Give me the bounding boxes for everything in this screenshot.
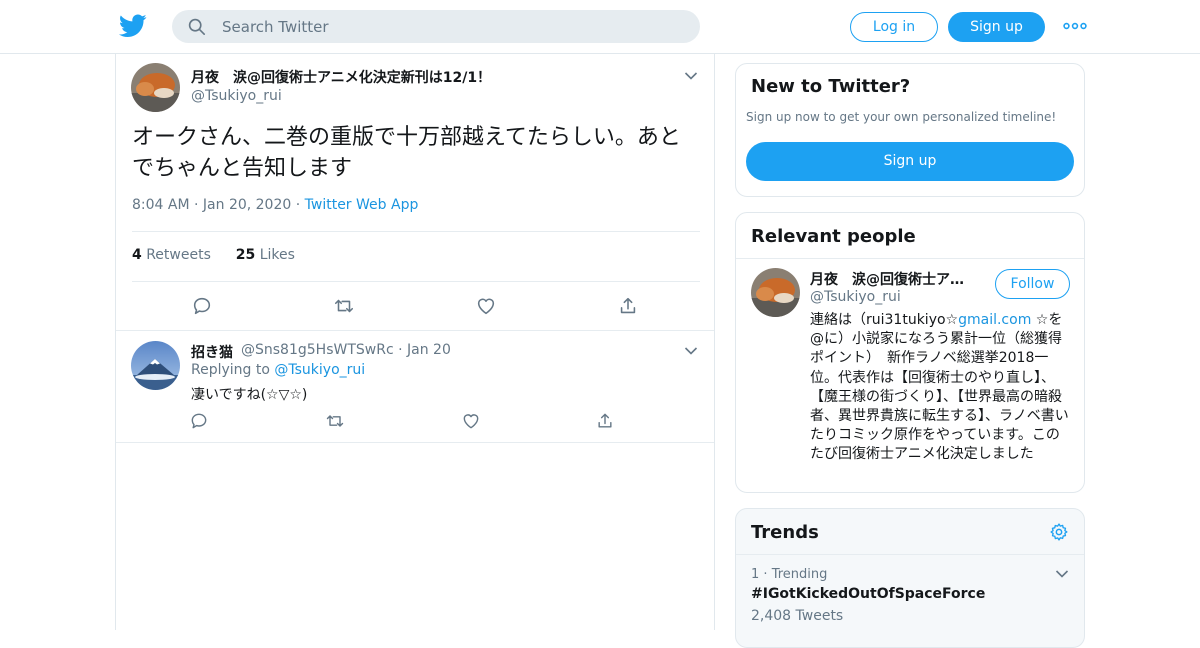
divider (116, 442, 714, 443)
chevron-down-icon[interactable] (684, 346, 698, 356)
reply-author-avatar[interactable] (131, 341, 180, 390)
reply-handle[interactable]: @Sns81g5HsWTSwRc (241, 342, 394, 358)
new-to-twitter-subtitle: Sign up now to get your own personalized… (746, 110, 1057, 124)
bio-link[interactable]: gmail.com (958, 312, 1031, 328)
signup-button[interactable]: Sign up (948, 12, 1045, 42)
reply-date[interactable]: Jan 20 (407, 342, 451, 358)
divider (132, 281, 700, 282)
chevron-down-icon[interactable] (684, 71, 698, 81)
fox-photo-icon (131, 63, 180, 112)
tweet-author-avatar[interactable] (131, 63, 180, 112)
new-to-twitter-card: New to Twitter? Sign up now to get your … (735, 63, 1085, 197)
bio-text: ☆を@に）小説家になろう累計一位（総獲得ポイント） 新作ラノベ総選挙2018一位… (810, 312, 1069, 463)
replying-to: Replying to @Tsukiyo_rui (191, 362, 365, 378)
divider (132, 231, 700, 232)
trends-card: Trends 1 · Trending #IGotKickedOutOfSpac… (735, 508, 1085, 648)
person-handle[interactable]: @Tsukiyo_rui (810, 289, 901, 305)
retweet-label: Retweets (146, 247, 211, 263)
tweet-author-name[interactable]: 月夜 涙@回復術士アニメ化決定新刊は12/1！ (191, 67, 491, 87)
trend-context-label: Trending (771, 567, 828, 582)
reply-author-name[interactable]: 招き猫 (191, 342, 233, 362)
replying-to-mention[interactable]: @Tsukiyo_rui (274, 362, 365, 378)
divider (116, 330, 714, 331)
reply-icon[interactable] (189, 411, 209, 431)
mountain-photo-icon (131, 341, 180, 390)
more-options-icon[interactable] (1063, 18, 1087, 34)
divider (736, 554, 1084, 555)
relevant-people-card: Relevant people 月夜 涙@回復術士ア… @Tsukiyo_rui… (735, 212, 1085, 493)
like-icon[interactable] (475, 295, 497, 317)
main-column: 月夜 涙@回復術士アニメ化決定新刊は12/1！ @Tsukiyo_rui オーク… (115, 54, 715, 630)
meta-separator: · (295, 197, 305, 213)
trend-rank: 1 (751, 567, 760, 582)
trend-name[interactable]: #IGotKickedOutOfSpaceForce (751, 586, 985, 602)
trend-context: 1 · Trending (751, 567, 827, 582)
gear-icon[interactable] (1049, 522, 1069, 542)
retweet-stat[interactable]: 4 Retweets (132, 247, 211, 263)
retweet-icon[interactable] (325, 411, 345, 431)
replying-prefix: Replying to (191, 362, 270, 378)
tweet-author-handle[interactable]: @Tsukiyo_rui (191, 88, 282, 104)
likes-label: Likes (259, 247, 295, 263)
tweet-stats: 4 Retweets 25 Likes (132, 247, 295, 263)
login-button[interactable]: Log in (850, 12, 938, 42)
top-bar: Search Twitter Log in Sign up (0, 0, 1200, 54)
meta-separator: · (398, 342, 407, 358)
likes-stat[interactable]: 25 Likes (236, 247, 295, 263)
twitter-bird-icon[interactable] (119, 13, 147, 39)
reply-author-handle: @Sns81g5HsWTSwRc · Jan 20 (241, 342, 451, 358)
search-icon (188, 18, 206, 36)
new-to-twitter-title: New to Twitter? (751, 76, 911, 97)
meta-separator: · (763, 567, 772, 582)
reply-text: 凄いですね(☆▽☆) (191, 387, 308, 403)
share-icon[interactable] (617, 295, 639, 317)
sidebar-signup-button[interactable]: Sign up (746, 142, 1074, 181)
tweet-source-link[interactable]: Twitter Web App (305, 197, 419, 213)
person-name[interactable]: 月夜 涙@回復術士ア… (810, 269, 988, 289)
share-icon[interactable] (595, 411, 615, 431)
chevron-down-icon[interactable] (1055, 569, 1069, 579)
tweet-date[interactable]: Jan 20, 2020 (203, 197, 291, 213)
person-avatar[interactable] (751, 268, 800, 317)
trend-tweet-count: 2,408 Tweets (751, 608, 844, 624)
tweet-time[interactable]: 8:04 AM (132, 197, 190, 213)
divider (736, 258, 1084, 259)
fox-photo-icon (751, 268, 800, 317)
tweet-text: オークさん、二巻の重版で十万部越えてたらしい。あとでちゃんと告知します (132, 125, 681, 181)
meta-separator: · (194, 197, 203, 213)
like-icon[interactable] (461, 411, 481, 431)
search-bar[interactable]: Search Twitter (172, 10, 700, 43)
tweet-meta: 8:04 AM · Jan 20, 2020 · Twitter Web App (132, 197, 418, 213)
follow-button[interactable]: Follow (995, 269, 1070, 299)
relevant-people-title: Relevant people (751, 226, 916, 247)
likes-count: 25 (235, 247, 256, 263)
retweet-icon[interactable] (333, 295, 355, 317)
search-input[interactable]: Search Twitter (222, 18, 329, 36)
reply-icon[interactable] (191, 295, 213, 317)
person-bio: 連絡は（rui31tukiyo☆gmail.com ☆を@に）小説家になろう累計… (810, 311, 1072, 465)
retweet-count: 4 (132, 247, 142, 263)
trends-title: Trends (751, 522, 819, 543)
bio-text: 連絡は（rui31tukiyo☆ (810, 312, 959, 328)
